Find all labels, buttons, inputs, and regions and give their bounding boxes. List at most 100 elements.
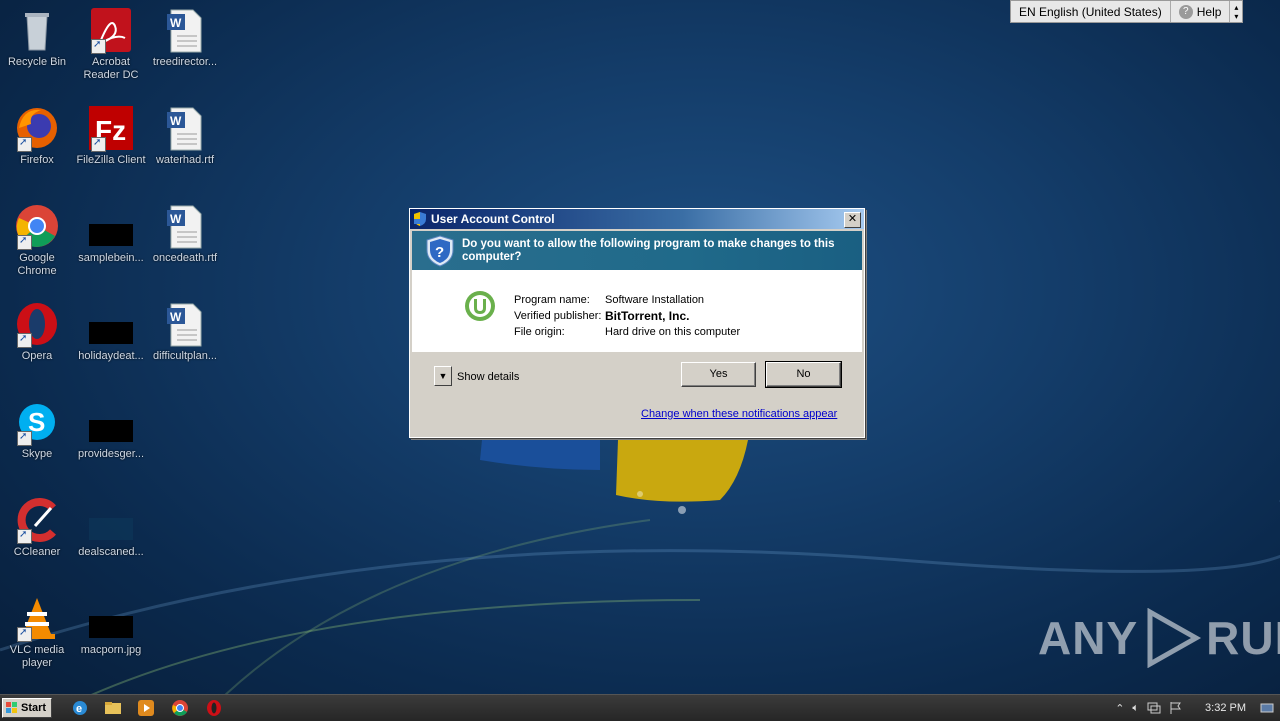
system-tray: ⌃ 🔈︎ 3:32 PM	[1115, 695, 1280, 721]
show-details-label[interactable]: Show details	[457, 371, 519, 383]
show-details-toggle[interactable]: ▼	[434, 366, 452, 386]
play-logo-icon	[1147, 608, 1202, 668]
desktop-icon-google-chrome[interactable]: Google Chrome	[0, 202, 74, 278]
desktop-icon-file-holidaydeat[interactable]: holidaydeat...	[74, 300, 148, 363]
start-button[interactable]: Start	[2, 698, 52, 718]
program-name-value: Software Installation	[605, 294, 705, 306]
desktop-icon-label: samplebein...	[78, 252, 144, 264]
uac-header: ? Do you want to allow the following pro…	[412, 231, 862, 270]
desktop-icon-label: Google Chrome	[17, 252, 57, 277]
svg-text:W: W	[170, 310, 182, 324]
desktop-icon-label: macporn.jpg	[80, 644, 142, 656]
opera-icon	[13, 300, 61, 348]
desktop-icon-label: VLC media player	[9, 644, 65, 669]
word-document-icon: W	[161, 6, 209, 54]
opera-taskbar-icon[interactable]	[205, 699, 223, 717]
uac-shield-icon	[414, 212, 426, 226]
windows-logo-icon	[6, 702, 17, 713]
desktop-icon-acrobat-reader[interactable]: Acrobat Reader DC	[74, 6, 148, 82]
file-icon	[87, 202, 135, 250]
desktop-icon-doc-waterhad[interactable]: W waterhad.rtf	[148, 104, 222, 167]
file-icon	[87, 300, 135, 348]
desktop-icon-label: waterhad.rtf	[155, 154, 215, 166]
program-info: Program name: Software Installation Verif…	[412, 270, 862, 352]
language-selector[interactable]: EN English (United States)	[1011, 1, 1171, 22]
desktop-icon-label: providesger...	[77, 448, 145, 460]
firefox-icon	[13, 104, 61, 152]
network-icon[interactable]	[1147, 701, 1161, 715]
clock[interactable]: 3:32 PM	[1205, 702, 1246, 714]
no-button[interactable]: No	[765, 361, 842, 388]
vlc-icon	[13, 594, 61, 642]
chevron-up-icon: ▴	[1234, 2, 1239, 12]
desktop-icon-file-providesger[interactable]: providesger...	[74, 398, 148, 461]
close-button[interactable]: ✕	[844, 212, 861, 228]
desktop-icon-doc-oncedeath[interactable]: W oncedeath.rtf	[148, 202, 222, 265]
desktop-icon-doc-difficultplan[interactable]: W difficultplan...	[148, 300, 222, 363]
desktop-icon-doc-treedirector[interactable]: W treedirector...	[148, 6, 222, 69]
desktop-icon-label: Firefox	[20, 154, 54, 166]
file-icon	[87, 594, 135, 642]
filezilla-icon: Fz	[87, 104, 135, 152]
yes-button[interactable]: Yes	[681, 362, 756, 387]
desktop-icon-label: difficultplan...	[152, 350, 217, 362]
desktop-icon-label: Recycle Bin	[7, 56, 67, 68]
word-document-icon: W	[161, 104, 209, 152]
file-explorer-icon[interactable]	[104, 699, 122, 717]
show-desktop-icon[interactable]	[1260, 701, 1274, 715]
dialog-title: User Account Control	[431, 212, 555, 226]
internet-explorer-icon[interactable]: e	[71, 699, 89, 717]
recycle-bin-icon	[13, 6, 61, 54]
file-origin-label: File origin:	[514, 326, 565, 338]
dialog-titlebar[interactable]: User Account Control	[410, 209, 864, 229]
media-player-icon[interactable]	[137, 699, 155, 717]
desktop-icon-file-samplebein[interactable]: samplebein...	[74, 202, 148, 265]
desktop-icon-label: Opera	[21, 350, 53, 362]
desktop-icon-label: Acrobat Reader DC	[83, 56, 139, 81]
desktop-icon-vlc[interactable]: VLC media player	[0, 594, 74, 670]
desktop-icon-ccleaner[interactable]: CCleaner	[0, 496, 74, 559]
acrobat-icon	[87, 6, 135, 54]
chevron-down-icon: ▾	[1234, 11, 1239, 21]
desktop-icon-label: holidaydeat...	[78, 350, 144, 362]
language-label: EN English (United States)	[1019, 4, 1162, 19]
desktop-icon-file-macporn[interactable]: macporn.jpg	[74, 594, 148, 657]
chevron-down-icon: ▼	[438, 371, 448, 381]
start-label: Start	[21, 702, 47, 714]
help-button[interactable]: ? Help	[1171, 1, 1231, 22]
svg-text:W: W	[170, 16, 182, 30]
desktop-icon-label: dealscaned...	[78, 546, 144, 558]
notification-settings-link[interactable]: Change when these notifications appear	[641, 408, 837, 420]
desktop-icon-recycle-bin[interactable]: Recycle Bin	[0, 6, 74, 69]
chrome-taskbar-icon[interactable]	[171, 699, 189, 717]
skype-icon: S	[13, 398, 61, 446]
svg-text:W: W	[170, 212, 182, 226]
ccleaner-icon	[13, 496, 61, 544]
volume-icon[interactable]: 🔈︎	[1132, 702, 1139, 715]
show-hidden-icons-icon[interactable]: ⌃	[1115, 702, 1124, 715]
word-document-icon: W	[161, 202, 209, 250]
file-icon	[87, 398, 135, 446]
desktop-icon-label: Skype	[21, 448, 53, 460]
desktop-icon-firefox[interactable]: Firefox	[0, 104, 74, 167]
publisher-value: BitTorrent, Inc.	[605, 309, 690, 323]
watermark-right: RUN	[1206, 612, 1280, 664]
desktop-icon-label: CCleaner	[13, 546, 61, 558]
svg-text:?: ?	[435, 244, 444, 261]
taskbar: Start e ⌃ 🔈︎ 3:32 PM	[0, 694, 1280, 721]
desktop-icon-skype[interactable]: S Skype	[0, 398, 74, 461]
action-center-flag-icon[interactable]	[1169, 701, 1183, 715]
file-icon	[87, 496, 135, 544]
desktop-icon-opera[interactable]: Opera	[0, 300, 74, 363]
chrome-icon	[13, 202, 61, 250]
svg-text:W: W	[170, 114, 182, 128]
svg-text:e: e	[76, 703, 82, 715]
uac-question-shield-icon: ?	[426, 235, 454, 267]
word-document-icon: W	[161, 300, 209, 348]
watermark-left: ANY	[1038, 612, 1139, 664]
desktop-icon-file-dealscaned[interactable]: dealscaned...	[74, 496, 148, 559]
publisher-label: Verified publisher:	[514, 310, 602, 322]
desktop-icon-filezilla[interactable]: Fz FileZilla Client	[74, 104, 148, 167]
langbar-options-button[interactable]: ▴ ▾	[1230, 1, 1242, 22]
desktop-icon-label: FileZilla Client	[76, 154, 146, 166]
